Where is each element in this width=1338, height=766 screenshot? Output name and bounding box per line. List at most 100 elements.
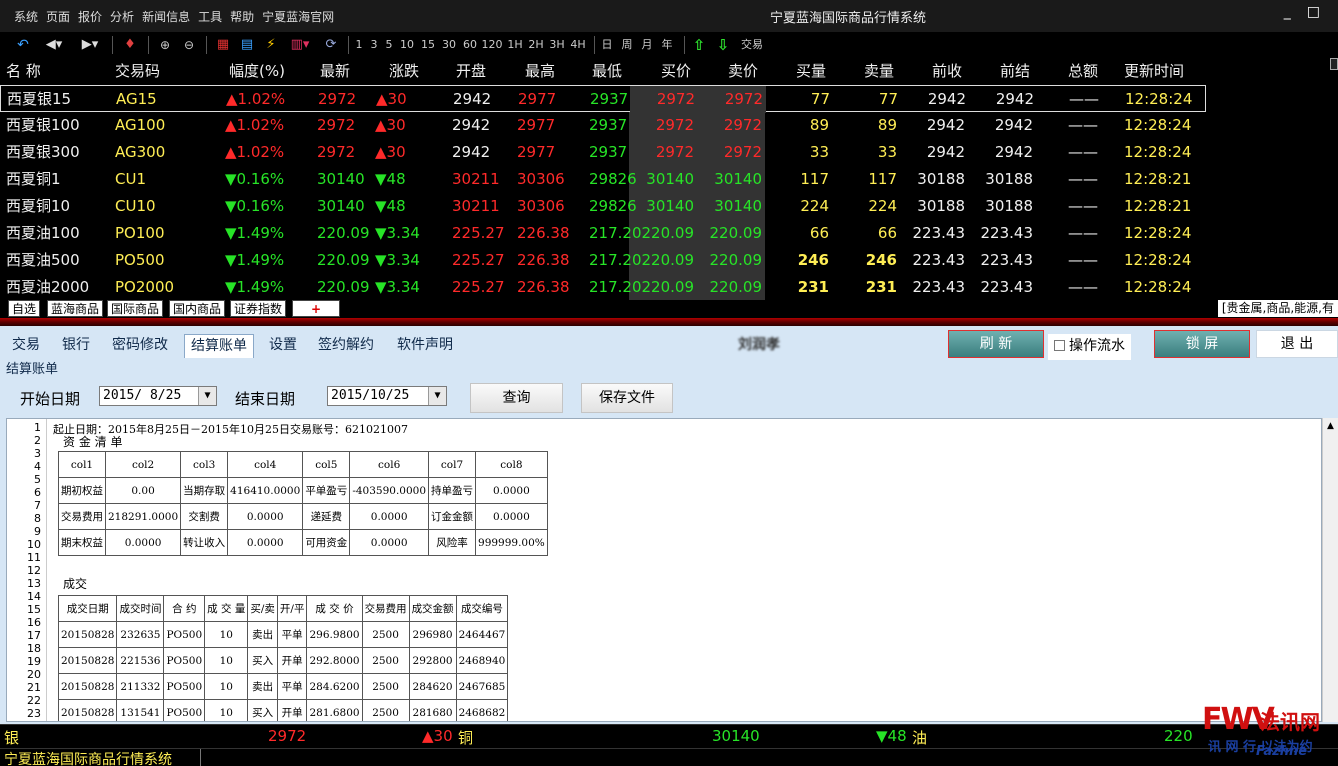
menu-page[interactable]: 页面 [46, 8, 70, 25]
quote-header-cell[interactable]: 最新 [320, 58, 350, 85]
exit-button[interactable]: 退 出 [1256, 330, 1338, 358]
table-header-cell: 开/平 [276, 595, 308, 622]
lightning-icon[interactable]: ⚡ [262, 37, 280, 53]
tab-settings[interactable]: 设置 [263, 334, 303, 358]
zoom-out-icon[interactable]: ⊖ [180, 37, 198, 53]
period-year[interactable]: 年 [660, 37, 674, 53]
quote-header-cell[interactable]: 卖量 [864, 58, 894, 85]
quote-header-cell[interactable]: 幅度(%) [229, 58, 285, 85]
zoom-in-icon[interactable]: ⊕ [156, 37, 174, 53]
tab-stock-index[interactable]: 证券指数 [230, 300, 287, 317]
refresh-icon[interactable]: ⟳ [322, 37, 340, 53]
back-arrow-icon[interactable]: ◀▾ [40, 37, 68, 53]
tab-lanhai-goods[interactable]: 蓝海商品 [47, 300, 104, 317]
maximize-button[interactable]: □ [1307, 4, 1320, 20]
save-file-button[interactable]: 保存文件 [581, 383, 673, 413]
quote-row[interactable]: 西夏银100 AG100 ▲1.02% 2972 ▲30 2942 2977 2937 2972… [0, 112, 1338, 139]
quote-header-cell[interactable]: 买量 [796, 58, 826, 85]
arrow-up-icon[interactable]: ⇧ [690, 37, 708, 53]
quote-header-cell[interactable]: 前结 [1000, 58, 1030, 85]
quote-header-cell[interactable]: 更新时间 [1124, 58, 1184, 85]
quote-header-cell[interactable]: 买价 [661, 58, 691, 85]
quote-cell-last: 2972 [317, 116, 356, 134]
query-button[interactable]: 查询 [470, 383, 563, 413]
period-3h[interactable]: 3H [548, 37, 566, 53]
trade-button[interactable]: 交易 [738, 37, 766, 53]
period-week[interactable]: 周 [620, 37, 634, 53]
quote-row[interactable]: 西夏铜1 CU1 ▼0.16% 30140 ▼48 30211 30306 29826 3014… [0, 166, 1338, 193]
quote-row[interactable]: 西夏银15 AG15 ▲1.02% 2972 ▲30 2942 2977 2937 2972 29… [0, 85, 1206, 113]
section-title: 结算账单 [6, 362, 59, 377]
quote-header-cell[interactable]: 卖价 [728, 58, 758, 85]
table-cell: 10 [204, 673, 249, 700]
quote-header-cell[interactable]: 总额 [1068, 58, 1098, 85]
tab-trade[interactable]: 交易 [6, 334, 46, 358]
period-month[interactable]: 月 [640, 37, 654, 53]
menu-tools[interactable]: 工具 [198, 8, 222, 25]
quote-header-cell[interactable]: 涨跌 [389, 58, 419, 85]
arrow-down-icon[interactable]: ⇩ [714, 37, 732, 53]
period-30[interactable]: 30 [440, 37, 458, 53]
period-120[interactable]: 120 [481, 37, 503, 53]
period-10[interactable]: 10 [399, 37, 415, 53]
grid-icon[interactable]: ▦ [214, 37, 232, 53]
quote-header-cell[interactable]: 最低 [592, 58, 622, 85]
undo-icon[interactable]: ↶ [14, 37, 32, 53]
quote-header-cell[interactable]: 交易码 [115, 58, 160, 85]
line-number: 14 [27, 590, 41, 603]
quote-header-cell[interactable]: 前收 [932, 58, 962, 85]
table-cell: 平单 [276, 621, 308, 648]
tab-sign[interactable]: 签约解约 [312, 334, 380, 358]
period-3[interactable]: 3 [369, 37, 379, 53]
quote-scroll-handle[interactable] [1330, 58, 1338, 70]
lock-screen-button[interactable]: 锁 屏 [1154, 330, 1250, 358]
tab-intl-goods[interactable]: 国际商品 [107, 300, 164, 317]
quote-row[interactable]: 西夏银300 AG300 ▲1.02% 2972 ▲30 2942 2977 2937 2972… [0, 139, 1338, 166]
tab-domestic-goods[interactable]: 国内商品 [169, 300, 226, 317]
scroll-up-icon[interactable]: ▲ [1323, 418, 1338, 434]
quote-header-cell[interactable]: 名 称 [6, 58, 41, 85]
period-day[interactable]: 日 [600, 37, 614, 53]
tab-statement[interactable]: 结算账单 [184, 334, 254, 358]
period-60[interactable]: 60 [461, 37, 479, 53]
line-chart-icon[interactable]: ▤ [238, 37, 256, 53]
chart-icon[interactable]: ♦ [120, 37, 140, 53]
dropdown-arrow-icon[interactable]: ▼ [428, 387, 446, 405]
menu-help[interactable]: 帮助 [230, 8, 254, 25]
forward-arrow-icon[interactable]: ▶▾ [76, 37, 104, 53]
period-15[interactable]: 15 [419, 37, 437, 53]
period-1h[interactable]: 1H [506, 37, 524, 53]
period-1[interactable]: 1 [354, 37, 364, 53]
menu-analysis[interactable]: 分析 [110, 8, 134, 25]
menu-quote[interactable]: 报价 [78, 8, 102, 25]
operation-flow-checkbox[interactable]: 操作流水 [1048, 334, 1131, 360]
quote-cell-chg: ▼3.34 [375, 224, 420, 242]
table-cell: 0.0000 [475, 477, 548, 504]
tab-watchlist[interactable]: 自选 [8, 300, 41, 317]
start-date-picker[interactable]: 2015/ 8/25 ▼ [99, 386, 217, 406]
minimize-button[interactable]: _ [1284, 4, 1291, 20]
quote-row[interactable]: 西夏油500 PO500 ▼1.49% 220.09 ▼3.34 225.27 226.38… [0, 247, 1338, 274]
quote-header-cell[interactable]: 最高 [525, 58, 555, 85]
quote-row[interactable]: 西夏油100 PO100 ▼1.49% 220.09 ▼3.34 225.27 226.38… [0, 220, 1338, 247]
refresh-button[interactable]: 刷 新 [948, 330, 1044, 358]
menu-website[interactable]: 宁夏蓝海官网 [262, 8, 334, 25]
period-5[interactable]: 5 [384, 37, 394, 53]
quote-header-cell[interactable]: 开盘 [456, 58, 486, 85]
quote-row[interactable]: 西夏铜10 CU10 ▼0.16% 30140 ▼48 30211 30306 29826 30… [0, 193, 1338, 220]
quote-row[interactable]: 西夏油2000 PO2000 ▼1.49% 220.09 ▼3.34 225.27 226.… [0, 274, 1338, 301]
end-date-picker[interactable]: 2015/10/25 ▼ [327, 386, 447, 406]
dropdown-arrow-icon[interactable]: ▼ [198, 387, 216, 405]
indicator-icon[interactable]: ▥▾ [286, 37, 314, 53]
quote-cell-amount: —— [1068, 251, 1098, 269]
report-scrollbar[interactable]: ▲ [1322, 418, 1338, 722]
add-tab-button[interactable]: + [292, 300, 340, 317]
menu-news[interactable]: 新闻信息 [142, 8, 190, 25]
tab-password[interactable]: 密码修改 [106, 334, 174, 358]
period-4h[interactable]: 4H [569, 37, 587, 53]
tab-disclaimer[interactable]: 软件声明 [391, 334, 459, 358]
tab-bank[interactable]: 银行 [56, 334, 96, 358]
period-2h[interactable]: 2H [527, 37, 545, 53]
table-cell: 开单 [276, 699, 308, 721]
menu-system[interactable]: 系统 [14, 8, 38, 25]
